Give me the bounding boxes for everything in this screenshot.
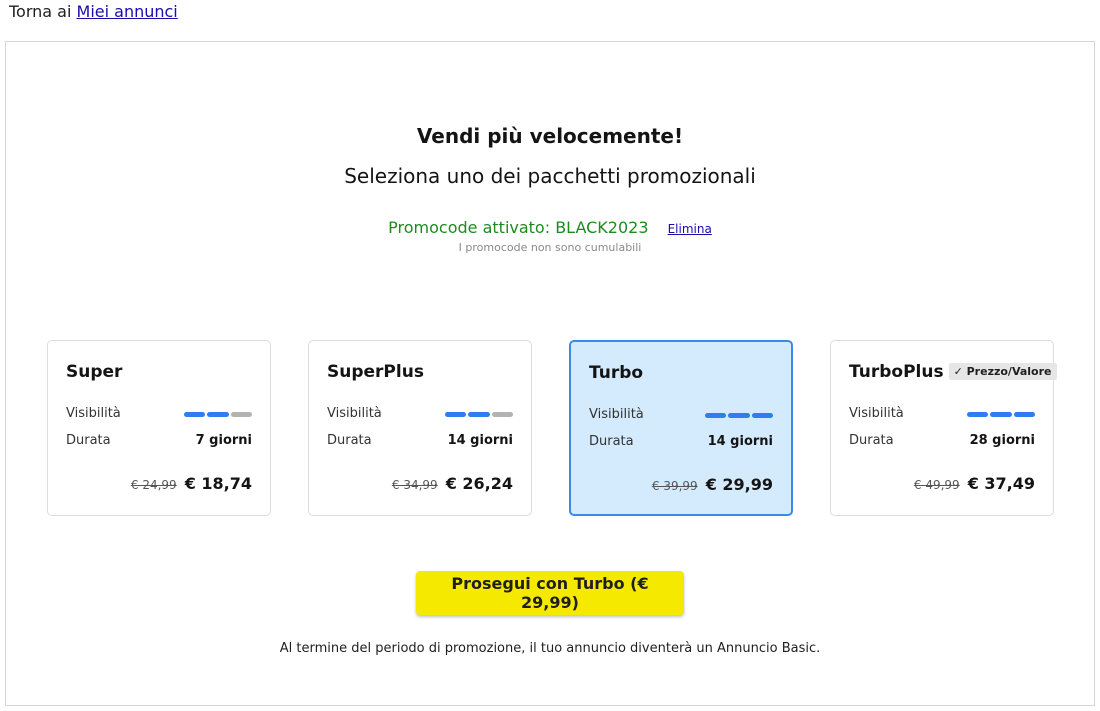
old-price: € 34,99 [391, 478, 438, 492]
my-ads-link[interactable]: Miei annunci [77, 2, 178, 21]
old-price: € 24,99 [130, 478, 177, 492]
promocode-note: I promocode non sono cumulabili [458, 241, 642, 254]
promocode-status: Promocode attivato: BLACK2023 [388, 218, 649, 237]
visibility-label: Visibilità [849, 406, 904, 421]
package-name-text: SuperPlus [327, 362, 424, 382]
package-card-turboplus[interactable]: TurboPlus ✓ Prezzo/Valore Visibilità Dura… [830, 340, 1057, 516]
back-link-row: Torna ai Miei annunci [9, 2, 178, 21]
visibility-segment [705, 413, 727, 418]
visibility-segment [445, 412, 467, 417]
visibility-segment [751, 413, 773, 418]
duration-value: 28 giorni [969, 433, 1035, 448]
package-card-super[interactable]: Super Visibilità Durata 7 giorni € 24,99… [47, 340, 271, 516]
duration-value: 14 giorni [447, 433, 513, 448]
value-badge: ✓ Prezzo/Valore [948, 363, 1057, 380]
visibility-segment [967, 412, 989, 417]
visibility-label: Visibilità [589, 407, 644, 422]
visibility-label: Visibilità [327, 406, 382, 421]
visibility-segment [990, 412, 1012, 417]
visibility-meter [445, 412, 513, 417]
visibility-segment [230, 412, 252, 417]
package-name-text: Turbo [589, 363, 644, 383]
package-name: SuperPlus [327, 362, 424, 382]
old-price: € 49,99 [913, 478, 960, 492]
price-row: € 49,99 € 37,49 [914, 474, 1035, 493]
package-name: Turbo [589, 363, 643, 383]
page-subtitle: Seleziona uno dei pacchetti promozionali [344, 164, 756, 188]
discounted-price: € 29,99 [705, 475, 773, 494]
old-price: € 39,99 [651, 479, 698, 493]
page-title: Vendi più velocemente! [416, 124, 684, 148]
promotion-footnote: Al termine del periodo di promozione, il… [279, 641, 821, 656]
duration-label: Durata [327, 433, 372, 448]
price-row: € 39,99 € 29,99 [652, 475, 773, 494]
duration-value: 14 giorni [707, 434, 773, 449]
visibility-segment [184, 412, 206, 417]
duration-label: Durata [589, 434, 634, 449]
promocode-row: Promocode attivato: BLACK2023 Elimina [6, 218, 1094, 237]
visibility-segment [728, 413, 750, 418]
package-name-text: TurboPlus [849, 362, 944, 382]
visibility-segment [491, 412, 513, 417]
visibility-label: Visibilità [66, 406, 121, 421]
visibility-meter [705, 413, 773, 418]
promotion-panel: Vendi più velocemente! Seleziona uno dei… [5, 41, 1095, 706]
visibility-meter [967, 412, 1035, 417]
package-card-superplus[interactable]: SuperPlus Visibilità Durata 14 giorni € … [308, 340, 532, 516]
continue-button[interactable]: Prosegui con Turbo (€ 29,99) [416, 571, 684, 615]
package-name: TurboPlus ✓ Prezzo/Valore [849, 362, 1057, 382]
visibility-segment [207, 412, 229, 417]
visibility-segment [468, 412, 490, 417]
visibility-segment [1013, 412, 1035, 417]
discounted-price: € 26,24 [445, 474, 513, 493]
duration-value: 7 giorni [195, 433, 252, 448]
promocode-remove-link[interactable]: Elimina [668, 222, 712, 236]
duration-label: Durata [66, 433, 111, 448]
price-row: € 34,99 € 26,24 [392, 474, 513, 493]
package-name: Super [66, 362, 122, 382]
discounted-price: € 18,74 [184, 474, 252, 493]
package-name-text: Super [66, 362, 123, 382]
visibility-meter [184, 412, 252, 417]
price-row: € 24,99 € 18,74 [131, 474, 252, 493]
discounted-price: € 37,49 [967, 474, 1035, 493]
package-card-turbo[interactable]: Turbo Visibilità Durata 14 giorni € 39,9… [569, 340, 793, 516]
back-prefix: Torna ai [9, 2, 72, 21]
duration-label: Durata [849, 433, 894, 448]
